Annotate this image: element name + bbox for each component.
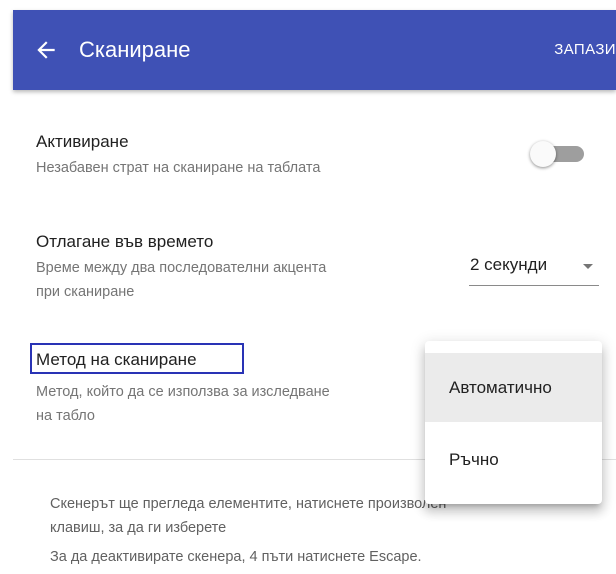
info-line3: За да деактивирате скенера, 4 пъти натис…: [50, 549, 422, 565]
activation-description: Незабавен страт на сканиране на таблата: [36, 160, 321, 176]
menu-item-manual[interactable]: Ръчно: [425, 425, 602, 494]
page-title: Сканиране: [79, 37, 191, 62]
delay-title: Отлагане във времето: [36, 232, 214, 251]
activation-toggle[interactable]: [530, 141, 586, 167]
delay-description-line2: при сканиране: [36, 284, 135, 300]
delay-select-value: 2 секунди: [470, 255, 548, 274]
app-bar: Сканиране ЗАПАЗИ: [13, 10, 616, 90]
method-description-line2: на табло: [36, 408, 95, 424]
info-line1: Скенерът ще прегледа елементите, натисне…: [50, 496, 447, 512]
delay-select[interactable]: 2 секунди: [469, 253, 599, 286]
method-description-line1: Метод, който да се използва за изследван…: [36, 384, 330, 400]
save-button[interactable]: ЗАПАЗИ: [554, 10, 616, 90]
info-line2: клавиш, за да ги изберете: [50, 520, 227, 536]
menu-item-automatic[interactable]: Автоматично: [425, 353, 602, 422]
delay-description-line1: Време между два последователни акцента: [36, 260, 327, 276]
dropdown-arrow-icon: [583, 264, 593, 269]
method-title: Метод на сканиране: [36, 350, 197, 369]
activation-title: Активиране: [36, 132, 129, 151]
method-dropdown-menu: Автоматично Ръчно: [425, 341, 602, 504]
arrow-left-icon[interactable]: [33, 37, 59, 63]
toggle-thumb: [530, 141, 556, 167]
